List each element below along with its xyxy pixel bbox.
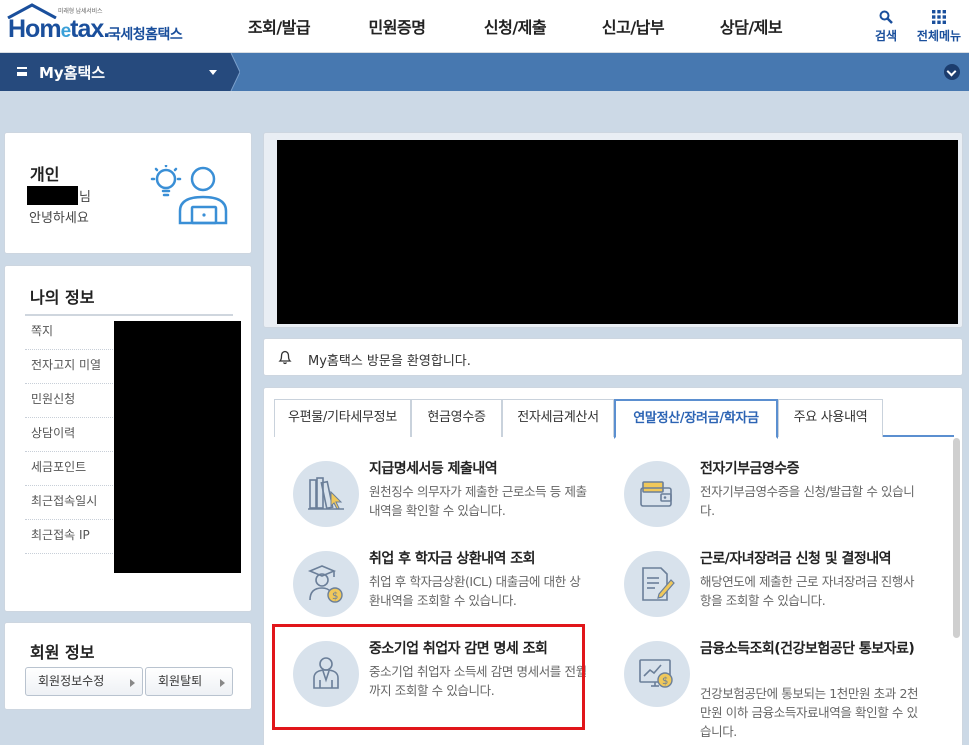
scrollbar[interactable] bbox=[953, 438, 960, 638]
card-title: 취업 후 학자금 상환내역 조회 bbox=[369, 551, 536, 567]
card-desc: 해당연도에 제출한 근로 자녀장려금 진행사항을 조회할 수 있습니다. bbox=[700, 574, 915, 608]
my-hometax-tab-bg bbox=[0, 53, 240, 91]
search-label: 검색 bbox=[874, 29, 898, 43]
document-pen-icon bbox=[624, 551, 690, 617]
withdraw-button[interactable]: 회원탈퇴 bbox=[145, 667, 233, 696]
nav-item-applications[interactable]: 신청/제출 bbox=[456, 0, 574, 53]
nav-item-certificates[interactable]: 민원증명 bbox=[338, 0, 456, 53]
search-icon bbox=[879, 10, 893, 24]
expand-circle-icon[interactable] bbox=[944, 64, 960, 80]
svg-text:$: $ bbox=[662, 676, 668, 687]
card-title: 금융소득조회(건강보험공단 통보자료) bbox=[700, 641, 915, 657]
service-card-financial-income[interactable]: $ 금융소득조회(건강보험공단 통보자료) 건강보험공단에 통보되는 1천만원 … bbox=[614, 635, 924, 739]
service-card-payment-statement[interactable]: 지급명세서등 제출내역 원천징수 의무자가 제출한 근로소득 등 제출내역을 확… bbox=[283, 455, 593, 537]
top-header: 미래형 납세서비스 Hometax. 국세청홈택스 조회/발급 민원증명 신청/… bbox=[0, 0, 969, 53]
wallet-icon bbox=[624, 461, 690, 527]
graduate-coin-icon: $ bbox=[293, 551, 359, 617]
my-info-title: 나의 정보 bbox=[30, 288, 95, 307]
card-desc: 전자기부금영수증을 신청/발급할 수 있습니다. bbox=[700, 484, 915, 518]
profile-box: 개인 님 안녕하세요 bbox=[4, 132, 252, 254]
tab-cash-receipt[interactable]: 현금영수증 bbox=[411, 399, 502, 437]
tab-bar: 우편물/기타세무정보 현금영수증 전자세금계산서 연말정산/장려금/학자금 주요… bbox=[274, 399, 954, 439]
redacted-username bbox=[27, 186, 78, 205]
notice-bar: My홈택스 방문을 환영합니다. bbox=[263, 338, 963, 376]
tab-usage-history[interactable]: 주요 사용내역 bbox=[778, 399, 883, 437]
honorific-suffix: 님 bbox=[79, 190, 91, 205]
person-idea-icon bbox=[150, 165, 228, 225]
search-button[interactable]: 검색 bbox=[866, 7, 906, 44]
grid-menu-icon bbox=[932, 10, 946, 24]
tab-mail-other[interactable]: 우편물/기타세무정보 bbox=[274, 399, 411, 437]
books-cursor-icon bbox=[293, 461, 359, 527]
card-desc: 건강보험공단에 통보되는 1천만원 초과 2천만원 이하 금융소득자료내역을 확… bbox=[700, 686, 919, 739]
tab-e-invoice[interactable]: 전자세금계산서 bbox=[502, 399, 614, 437]
logo-wordmark: Hometax. bbox=[8, 15, 110, 43]
logo-korean: 국세청홈택스 bbox=[108, 27, 183, 43]
logo-tagline: 미래형 납세서비스 bbox=[58, 8, 103, 15]
card-title: 전자기부금영수증 bbox=[700, 461, 800, 477]
monitor-coin-icon: $ bbox=[624, 641, 690, 707]
redacted-banner bbox=[277, 140, 958, 324]
nav-item-inquiry[interactable]: 조회/발급 bbox=[220, 0, 338, 53]
redacted-info-values bbox=[114, 321, 241, 573]
my-hometax-bar: My홈택스 bbox=[0, 53, 969, 91]
tab-year-end-settlement[interactable]: 연말정산/장려금/학자금 bbox=[614, 399, 778, 439]
dropdown-caret-icon[interactable] bbox=[209, 70, 217, 75]
bell-icon bbox=[278, 350, 292, 365]
main-nav: 조회/발급 민원증명 신청/제출 신고/납부 상담/제보 bbox=[220, 0, 810, 53]
member-info-box: 회원 정보 회원정보수정 회원탈퇴 bbox=[4, 622, 252, 710]
service-card-earned-income-credit[interactable]: 근로/자녀장려금 신청 및 결정내역 해당연도에 제출한 근로 자녀장려금 진행… bbox=[614, 545, 924, 627]
card-title: 지급명세서등 제출내역 bbox=[369, 461, 498, 477]
svg-text:$: $ bbox=[332, 591, 338, 602]
nav-item-filing[interactable]: 신고/납부 bbox=[574, 0, 692, 53]
service-card-student-loan[interactable]: $ 취업 후 학자금 상환내역 조회 취업 후 학자금상환(ICL) 대출금에 … bbox=[283, 545, 593, 627]
edit-member-button[interactable]: 회원정보수정 bbox=[25, 667, 143, 696]
all-menu-button[interactable]: 전체메뉴 bbox=[910, 7, 968, 44]
welcome-notice: My홈택스 방문을 환영합니다. bbox=[308, 354, 471, 369]
member-info-title: 회원 정보 bbox=[30, 643, 95, 662]
user-type: 개인 bbox=[30, 165, 60, 184]
card-desc: 원천징수 의무자가 제출한 근로소득 등 제출내역을 확인할 수 있습니다. bbox=[369, 484, 587, 518]
hometax-logo[interactable]: 미래형 납세서비스 Hometax. 국세청홈택스 bbox=[4, 3, 204, 49]
all-menu-label: 전체메뉴 bbox=[916, 29, 962, 43]
service-card-donation-receipt[interactable]: 전자기부금영수증 전자기부금영수증을 신청/발급할 수 있습니다. bbox=[614, 455, 924, 537]
card-desc: 취업 후 학자금상환(ICL) 대출금에 대한 상환내역을 조회할 수 있습니다… bbox=[369, 574, 581, 608]
hamburger-icon[interactable] bbox=[17, 67, 27, 76]
my-hometax-title[interactable]: My홈택스 bbox=[39, 62, 105, 83]
nav-item-consulting[interactable]: 상담/제보 bbox=[692, 0, 810, 53]
highlight-box bbox=[272, 624, 585, 730]
my-info-box: 나의 정보 쪽지 전자고지 미열 민원신청 상담이력 세금포인트 최근접속일시 … bbox=[4, 265, 252, 612]
banner bbox=[263, 132, 963, 328]
card-title: 근로/자녀장려금 신청 및 결정내역 bbox=[700, 551, 892, 567]
greeting-text: 안녕하세요 bbox=[29, 211, 89, 226]
